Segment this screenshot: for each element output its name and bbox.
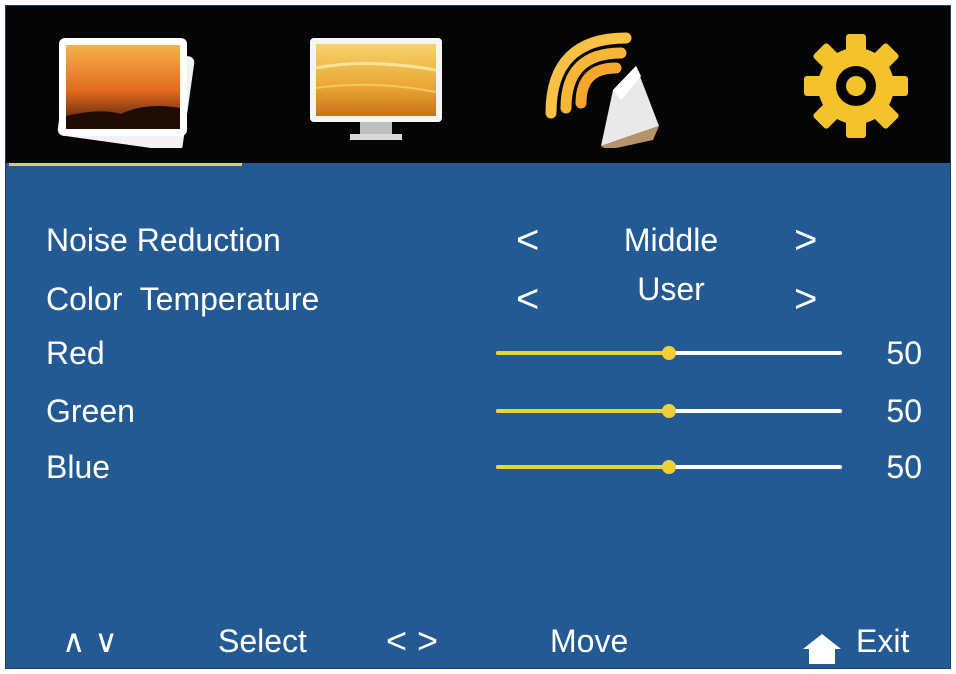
up-down-keys-hint: ∧ ∨ (62, 623, 118, 659)
blue-slider[interactable] (496, 460, 842, 474)
blue-slider-fill (496, 465, 669, 469)
red-slider[interactable] (496, 346, 842, 360)
photo-stack-icon (57, 38, 195, 148)
monitor-icon (310, 38, 442, 140)
green-slider-fill (496, 409, 669, 413)
green-row[interactable]: Green 50 (6, 386, 950, 436)
red-row[interactable]: Red 50 (6, 328, 950, 378)
active-tab-indicator (9, 163, 242, 166)
noise-reduction-prev-arrow[interactable]: < (516, 215, 539, 265)
red-label: Red (46, 335, 105, 371)
color-temperature-value: User (637, 271, 705, 307)
screen-tab[interactable] (306, 28, 446, 148)
green-slider-knob[interactable] (662, 404, 676, 418)
green-value: 50 (886, 393, 922, 429)
select-hint-label: Select (218, 623, 307, 659)
sound-tab[interactable] (541, 28, 671, 148)
red-slider-knob[interactable] (662, 346, 676, 360)
color-temperature-next-arrow[interactable]: > (794, 274, 817, 324)
osd-menu: Noise Reduction < Middle > Color Tempera… (5, 5, 951, 669)
color-temperature-prev-arrow[interactable]: < (516, 274, 539, 324)
noise-reduction-label: Noise Reduction (46, 222, 281, 258)
color-temperature-row[interactable]: Color Temperature < User > (6, 271, 950, 324)
noise-reduction-row[interactable]: Noise Reduction < Middle > (6, 215, 950, 265)
green-slider[interactable] (496, 404, 842, 418)
green-label: Green (46, 393, 135, 429)
exit-label[interactable]: Exit (856, 616, 909, 666)
move-hint-label: Move (550, 623, 629, 659)
color-temperature-label: Color Temperature (46, 281, 320, 317)
setup-tab[interactable] (801, 28, 911, 148)
red-slider-fill (496, 351, 669, 355)
home-icon[interactable] (803, 628, 841, 664)
noise-reduction-value: Middle (623, 222, 719, 258)
blue-row[interactable]: Blue 50 (6, 442, 950, 492)
gear-icon (804, 34, 908, 138)
menu-tab-bar (6, 6, 950, 163)
noise-reduction-next-arrow[interactable]: > (794, 215, 817, 265)
footer-hint-bar: ∧ ∨ Select < > Move Exit (6, 616, 950, 666)
blue-label: Blue (46, 449, 111, 485)
left-right-keys-hint: < > (386, 620, 439, 661)
picture-tab[interactable] (51, 28, 201, 148)
blue-slider-knob[interactable] (662, 460, 676, 474)
blue-value: 50 (886, 449, 922, 485)
speaker-waves-icon (545, 32, 659, 148)
red-value: 50 (886, 335, 922, 371)
